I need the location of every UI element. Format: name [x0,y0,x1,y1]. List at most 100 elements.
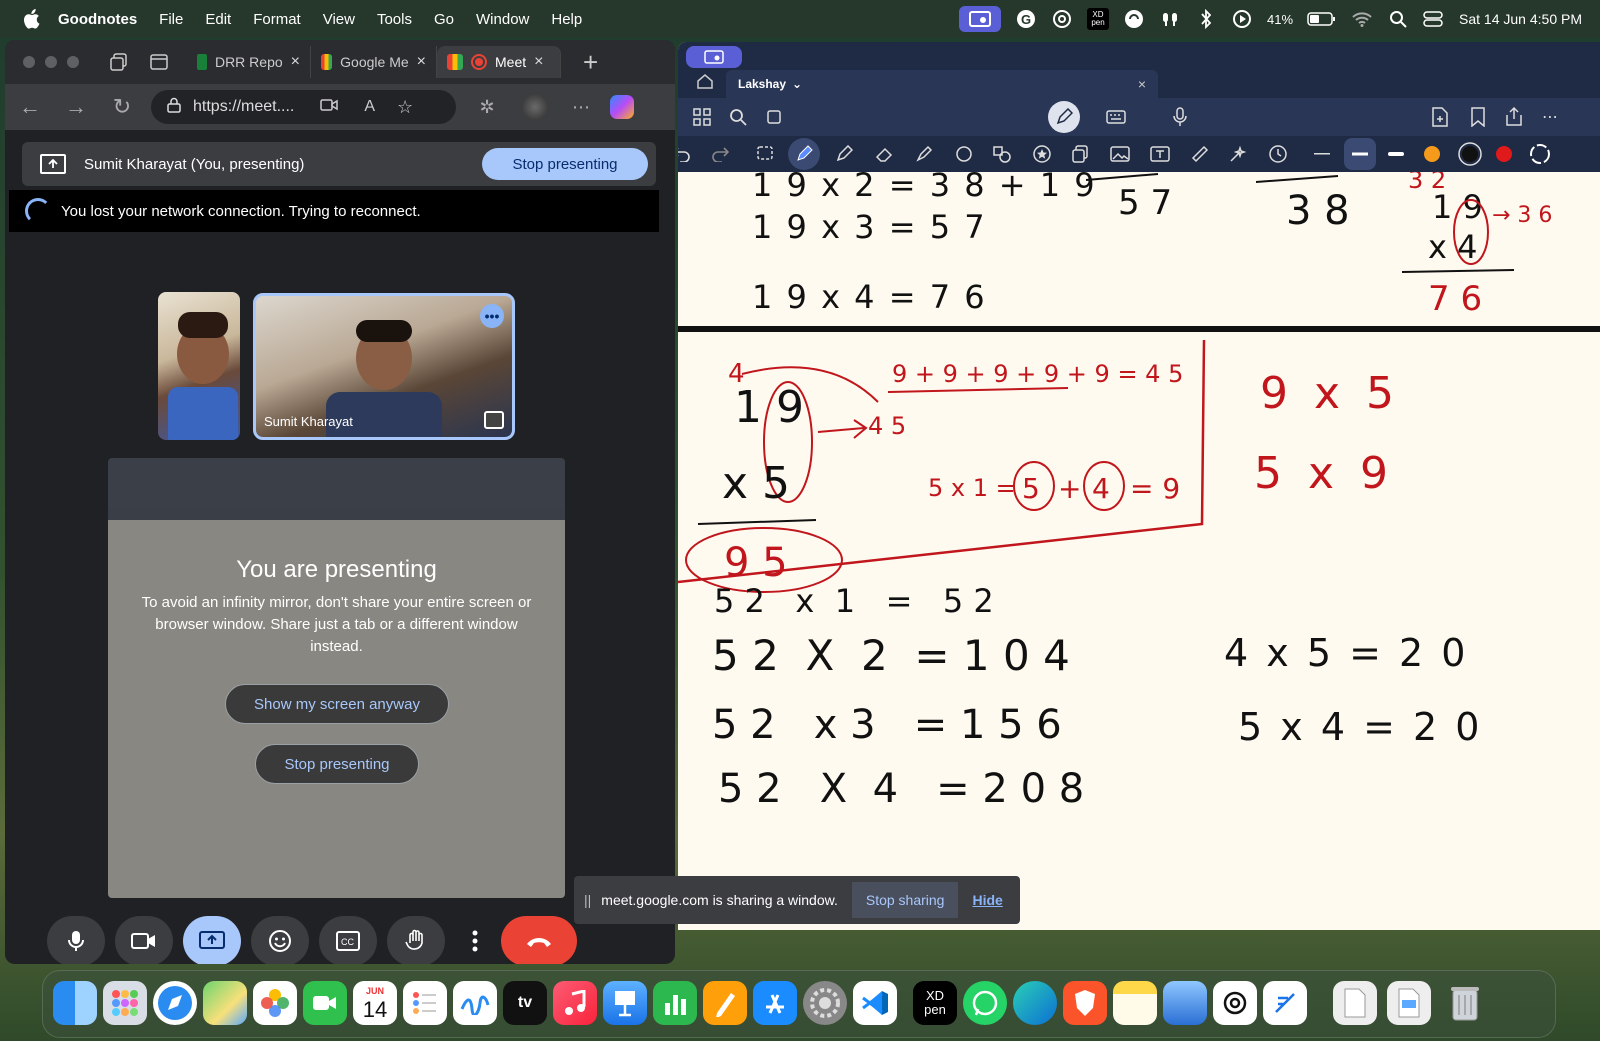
hide-link[interactable]: Hide [972,892,1002,908]
more-options-icon[interactable]: ⋯ [1538,105,1562,129]
document-tab[interactable]: Lakshay ⌄ × [726,70,1158,98]
forward-button[interactable]: → [61,92,91,122]
menu-window[interactable]: Window [476,11,529,28]
tab-meet[interactable]: Meet × [437,46,561,78]
search-icon[interactable] [726,105,750,129]
show-screen-anyway-button[interactable]: Show my screen anyway [225,684,449,724]
add-page-icon[interactable] [1428,105,1452,129]
launchpad-icon[interactable] [103,981,147,1025]
stop-presenting-button-secondary[interactable]: Stop presenting [255,744,419,784]
presentation-mode-icon[interactable] [686,46,742,68]
picture-in-picture-icon[interactable] [484,411,504,429]
color-picker-icon[interactable] [1528,142,1552,166]
menu-help[interactable]: Help [551,11,582,28]
rotate-page-icon[interactable] [762,105,786,129]
window-close-button[interactable] [23,56,35,68]
thumbnails-grid-icon[interactable] [690,105,714,129]
pencil-icon[interactable] [832,142,856,166]
numbers-icon[interactable] [653,981,697,1025]
whatsapp-icon[interactable] [963,981,1007,1025]
camera-icon[interactable] [320,98,339,117]
profile-avatar[interactable] [522,94,548,120]
airpods-icon[interactable] [1159,8,1181,30]
screen-share-status-icon[interactable] [959,6,1001,32]
extensions-icon[interactable]: ✲ [472,92,502,122]
highlighter-icon[interactable] [912,142,936,166]
freeform-icon[interactable] [453,981,497,1025]
pages-icon[interactable] [703,981,747,1025]
present-screen-button[interactable] [183,916,241,964]
maps-icon[interactable] [203,981,247,1025]
menu-view[interactable]: View [323,11,355,28]
pen-mode-icon[interactable] [1048,101,1080,133]
close-icon[interactable]: × [291,53,300,71]
app-store-icon[interactable] [753,981,797,1025]
copilot-icon[interactable] [610,95,634,119]
participant-tile-other[interactable] [158,292,240,440]
menu-go[interactable]: Go [434,11,454,28]
vertical-tabs-icon[interactable] [145,48,173,76]
apple-icon[interactable] [20,8,42,30]
sync-icon[interactable] [1123,8,1145,30]
close-icon[interactable]: × [1138,76,1146,92]
read-aloud-icon[interactable]: A [364,98,375,116]
wifi-icon[interactable] [1351,8,1373,30]
notebook-page[interactable]: 1 9 x 2 = 3 8 + 1 9 1 9 x 3 = 5 7 1 9 x … [678,172,1600,930]
menu-file[interactable]: File [159,11,183,28]
elements-icon[interactable] [990,142,1014,166]
more-options-button[interactable] [455,916,495,964]
raise-hand-button[interactable] [387,916,445,964]
captions-button[interactable]: CC [319,916,377,964]
emoji-reaction-button[interactable] [251,916,309,964]
redo-icon[interactable] [708,142,732,166]
apple-tv-icon[interactable]: tv [503,981,547,1025]
shapes-icon[interactable] [952,142,976,166]
document-file-icon[interactable] [1333,981,1377,1025]
bluetooth-icon[interactable] [1195,8,1217,30]
battery-icon[interactable] [1307,8,1337,30]
share-icon[interactable] [1502,104,1526,128]
reminders-icon[interactable] [403,981,447,1025]
chatgpt-app-icon[interactable] [1213,981,1257,1025]
close-icon[interactable]: × [534,53,543,71]
spotlight-search-icon[interactable] [1387,8,1409,30]
reload-button[interactable]: ↻ [107,92,137,122]
xp-pen-icon[interactable]: XD pen [1087,8,1109,30]
control-center-icon[interactable] [1423,8,1445,30]
thin-stroke-icon[interactable] [1310,142,1334,166]
menu-tools[interactable]: Tools [377,11,412,28]
system-settings-icon[interactable] [803,981,847,1025]
undo-action-icon[interactable] [678,142,694,166]
chevron-down-icon[interactable]: ⌄ [792,77,802,91]
sticker-star-icon[interactable] [1030,142,1054,166]
chatgpt-icon[interactable] [1051,8,1073,30]
color-red-swatch[interactable] [1492,142,1516,166]
microphone-icon[interactable] [1168,105,1192,129]
window-zoom-button[interactable] [67,56,79,68]
edge-icon[interactable] [1013,981,1057,1025]
ruler-icon[interactable] [1188,142,1212,166]
color-orange-swatch[interactable] [1420,142,1444,166]
notes-icon[interactable] [1113,981,1157,1025]
home-icon[interactable] [696,72,716,92]
leave-call-button[interactable] [501,916,577,964]
more-menu-icon[interactable]: ⋯ [566,92,596,122]
safari-icon[interactable] [153,981,197,1025]
photos-icon[interactable] [253,981,297,1025]
tab-drr-report[interactable]: DRR Repo × [187,46,311,78]
menu-edit[interactable]: Edit [205,11,231,28]
laser-pointer-icon[interactable] [1226,142,1250,166]
favorite-star-icon[interactable]: ☆ [397,97,413,118]
xp-pen-app-icon[interactable]: XD pen [913,981,957,1025]
eraser-icon[interactable] [872,142,896,166]
pen-tool-icon[interactable] [788,138,820,170]
microphone-button[interactable] [47,916,105,964]
script-editor-icon[interactable] [1263,981,1307,1025]
history-clock-icon[interactable] [1266,142,1290,166]
image-icon[interactable] [1108,142,1132,166]
stop-sharing-button[interactable]: Stop sharing [851,882,959,918]
calendar-icon[interactable]: JUN 14 [353,981,397,1025]
finder-icon[interactable] [53,981,97,1025]
date-time[interactable]: Sat 14 Jun 4:50 PM [1459,11,1582,27]
participant-tile-self[interactable]: ••• Sumit Kharayat [253,293,515,440]
